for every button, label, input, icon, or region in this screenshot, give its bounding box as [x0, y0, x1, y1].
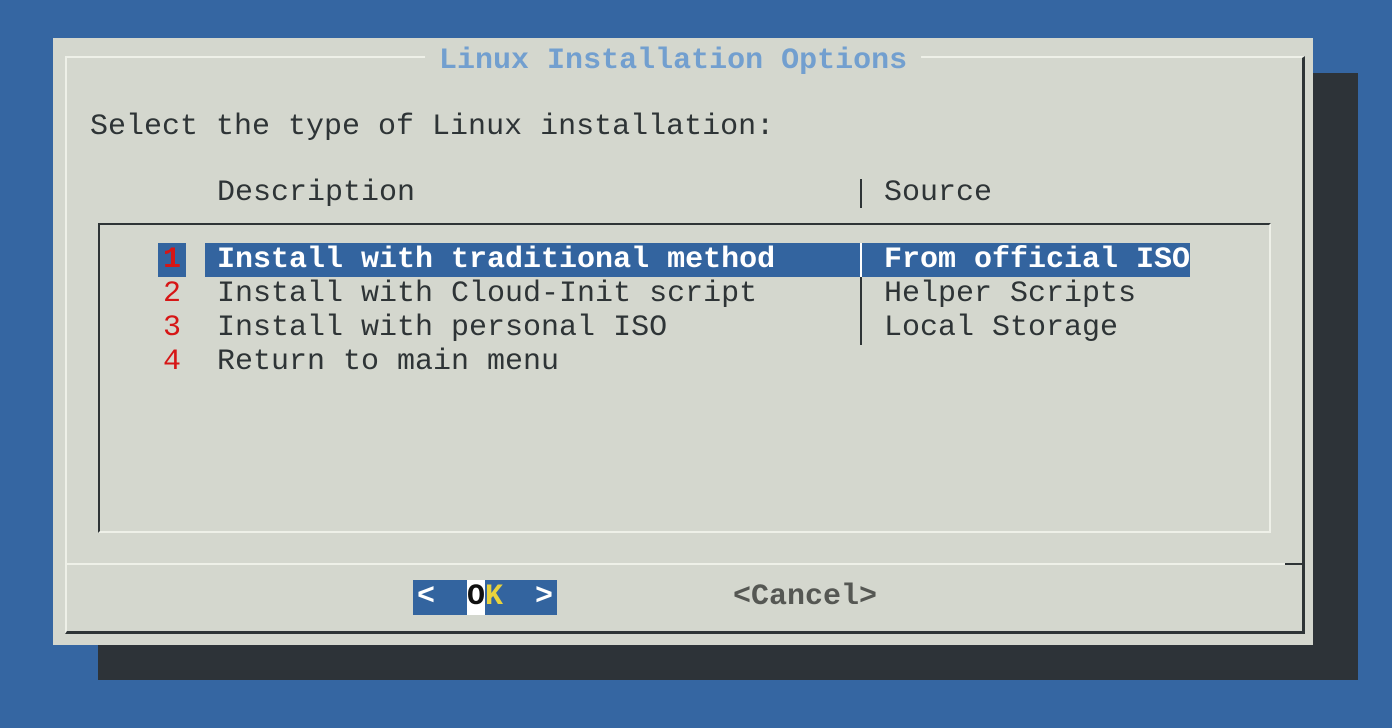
menu-item-source: Helper Scripts: [884, 277, 1136, 311]
ok-cursor-char: O: [467, 580, 485, 615]
ok-hotkey-char: K: [485, 580, 503, 615]
menu-item-tag: 4: [163, 345, 181, 379]
menu-item-3[interactable]: 3 Install with personal ISO Local Storag…: [98, 311, 1271, 345]
ok-button[interactable]: < O K >: [413, 580, 557, 615]
column-separator-header: [860, 179, 862, 208]
cancel-button[interactable]: <Cancel>: [733, 580, 877, 615]
menu-item-1[interactable]: 1 Install with traditional method From o…: [98, 243, 1271, 277]
selection-tag-cell: 1: [158, 243, 186, 277]
menu-item-4[interactable]: 4 Return to main menu: [98, 345, 1271, 379]
separator-end-notch: [1285, 563, 1303, 565]
dialog-message: Select the type of Linux installation:: [90, 110, 774, 144]
dialog-title: Linux Installation Options: [425, 44, 921, 78]
column-header-description: Description: [217, 176, 415, 210]
menu-item-tag: 3: [163, 311, 181, 345]
menu-item-description: Install with Cloud-Init script: [217, 277, 757, 311]
ok-bracket-left: <: [417, 580, 435, 615]
button-area-separator: [67, 563, 1303, 565]
column-header-source: Source: [884, 176, 992, 210]
terminal-screen: Linux Installation Options Select the ty…: [0, 0, 1392, 728]
ok-bracket-right: >: [535, 580, 553, 615]
menu-item-description: Install with personal ISO: [217, 311, 667, 345]
menu-item-source: From official ISO: [884, 243, 1190, 277]
menu-item-source: Local Storage: [884, 311, 1118, 345]
menu-item-tag: 2: [163, 277, 181, 311]
menu-item-tag: 1: [163, 243, 181, 277]
column-separator-selected: [860, 243, 862, 277]
menu-item-2[interactable]: 2 Install with Cloud-Init script Helper …: [98, 277, 1271, 311]
menu-item-description: Return to main menu: [217, 345, 559, 379]
menu-item-description: Install with traditional method: [217, 243, 775, 277]
dialog-window: Linux Installation Options Select the ty…: [53, 38, 1313, 645]
